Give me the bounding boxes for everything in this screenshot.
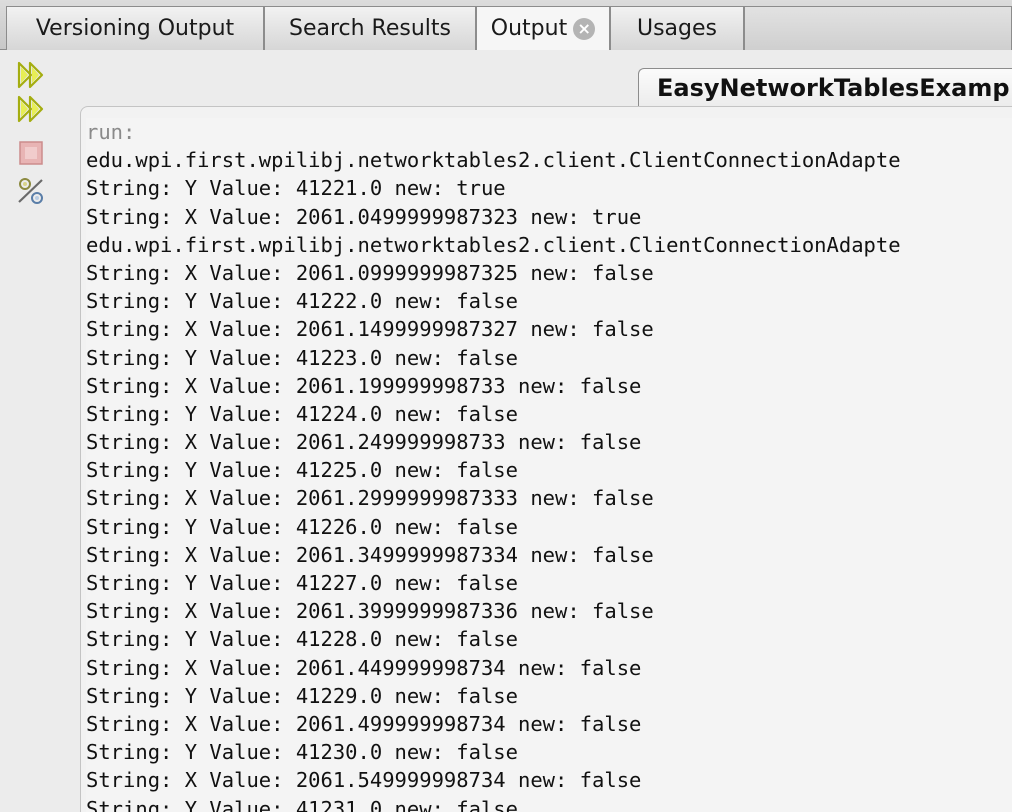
process-subtab[interactable]: EasyNetworkTablesExamp xyxy=(638,68,1012,108)
tab-output[interactable]: Output × xyxy=(476,6,610,51)
tab-label: Usages xyxy=(636,16,717,41)
rerun-with-params-button[interactable] xyxy=(12,92,50,126)
console-line: String: Y Value: 41229.0 new: false xyxy=(86,683,518,708)
console-line: String: Y Value: 41228.0 new: false xyxy=(86,627,518,652)
settings-button[interactable] xyxy=(12,174,50,208)
output-tab-bar: Versioning Output Search Results Output … xyxy=(0,0,1012,51)
console-line: run: xyxy=(86,120,136,144)
console-line: String: Y Value: 41225.0 new: false xyxy=(86,458,518,483)
console-line: String: X Value: 2061.0499999987323 new:… xyxy=(86,204,642,229)
tab-search-results[interactable]: Search Results xyxy=(264,6,476,50)
console-output[interactable]: run: edu.wpi.first.wpilibj.networktables2… xyxy=(86,118,1012,812)
stop-button[interactable] xyxy=(12,136,50,170)
rerun-button[interactable] xyxy=(12,58,50,92)
console-line: String: Y Value: 41224.0 new: false xyxy=(86,401,518,426)
rerun-with-params-icon xyxy=(17,95,44,123)
rerun-icon xyxy=(17,61,44,89)
console-line: String: Y Value: 41230.0 new: false xyxy=(86,740,518,765)
console-line: String: Y Value: 41227.0 new: false xyxy=(86,571,518,595)
console-line: String: X Value: 2061.1499999987327 new:… xyxy=(86,317,654,342)
console-line: edu.wpi.first.wpilibj.networktables2.cli… xyxy=(86,148,901,173)
console-line: String: X Value: 2061.449999998734 new: … xyxy=(86,655,642,680)
console-line: String: X Value: 2061.249999998733 new: … xyxy=(86,430,642,455)
console-line: String: X Value: 2061.3499999987334 new:… xyxy=(86,542,654,567)
console-line: String: Y Value: 41226.0 new: false xyxy=(86,514,518,539)
settings-icon xyxy=(18,178,43,204)
console-line: String: Y Value: 41223.0 new: false xyxy=(86,345,518,370)
tab-label: Versioning Output xyxy=(35,16,235,41)
console-line: String: X Value: 2061.2999999987333 new:… xyxy=(86,486,654,511)
console-line: String: X Value: 2061.499999998734 new: … xyxy=(86,711,642,736)
tab-label: Output xyxy=(490,16,568,41)
console-line: String: Y Value: 41221.0 new: true xyxy=(86,176,506,201)
console-line: String: X Value: 2061.549999998734 new: … xyxy=(86,768,642,793)
console-line: String: X Value: 2061.0999999987325 new:… xyxy=(86,260,654,285)
tab-usages[interactable]: Usages xyxy=(610,6,744,50)
close-icon[interactable]: × xyxy=(573,17,596,40)
console-line: String: X Value: 2061.199999998733 new: … xyxy=(86,373,642,398)
console-line: String: Y Value: 41222.0 new: false xyxy=(86,289,518,314)
process-subtab-label: EasyNetworkTablesExamp xyxy=(657,74,1010,102)
stop-icon xyxy=(19,141,43,165)
console-line: edu.wpi.first.wpilibj.networktables2.cli… xyxy=(86,232,901,257)
tab-versioning-output[interactable]: Versioning Output xyxy=(6,6,264,50)
tab-label: Search Results xyxy=(288,16,451,41)
console-line: String: X Value: 2061.3999999987336 new:… xyxy=(86,599,654,624)
tab-bar-filler xyxy=(744,6,1012,50)
console-line: String: Y Value: 41231.0 new: false xyxy=(86,796,518,812)
output-toolbar xyxy=(0,50,66,812)
